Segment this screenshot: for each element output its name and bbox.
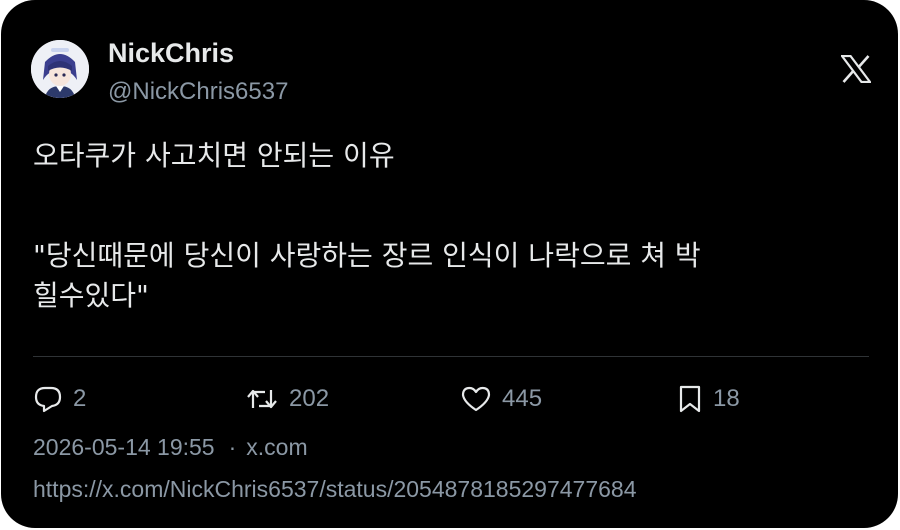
divider	[33, 356, 869, 357]
reply-button[interactable]: 2	[33, 380, 86, 418]
like-button[interactable]: 445	[460, 380, 542, 418]
tweet-line-1: 오타쿠가 사고치면 안되는 이유	[33, 139, 395, 172]
author-name[interactable]: NickChris	[108, 38, 234, 69]
retweet-count: 202	[289, 385, 330, 412]
tweet-line-3: 힐수있다"	[33, 279, 149, 312]
bookmark-button[interactable]: 18	[677, 380, 740, 418]
tweet-meta: 2026-05-14 19:55 · x.com	[33, 434, 308, 461]
retweet-icon	[245, 384, 279, 414]
reply-count: 2	[73, 385, 87, 412]
status-url[interactable]: https://x.com/NickChris6537/status/20548…	[33, 476, 637, 503]
author-handle[interactable]: @NickChris6537	[108, 78, 288, 106]
reply-icon	[33, 384, 63, 414]
heart-icon	[460, 384, 492, 414]
timestamp[interactable]: 2026-05-14 19:55	[33, 434, 215, 460]
bookmark-icon	[677, 384, 703, 414]
source-link[interactable]: x.com	[246, 434, 307, 460]
x-logo-icon[interactable]	[839, 54, 873, 84]
retweet-button[interactable]: 202	[245, 380, 329, 418]
tweet-card: NickChris @NickChris6537 오타쿠가 사고치면 안되는 이…	[1, 0, 898, 528]
meta-separator: ·	[228, 434, 237, 460]
bookmark-count: 18	[713, 385, 740, 412]
avatar[interactable]	[31, 40, 89, 98]
like-count: 445	[502, 385, 543, 412]
tweet-text: 오타쿠가 사고치면 안되는 이유 "당신때문에 당신이 사랑하는 장르 인식이 …	[33, 136, 863, 316]
tweet-line-2: "당신때문에 당신이 사랑하는 장르 인식이 나락으로 쳐 박	[33, 239, 701, 272]
